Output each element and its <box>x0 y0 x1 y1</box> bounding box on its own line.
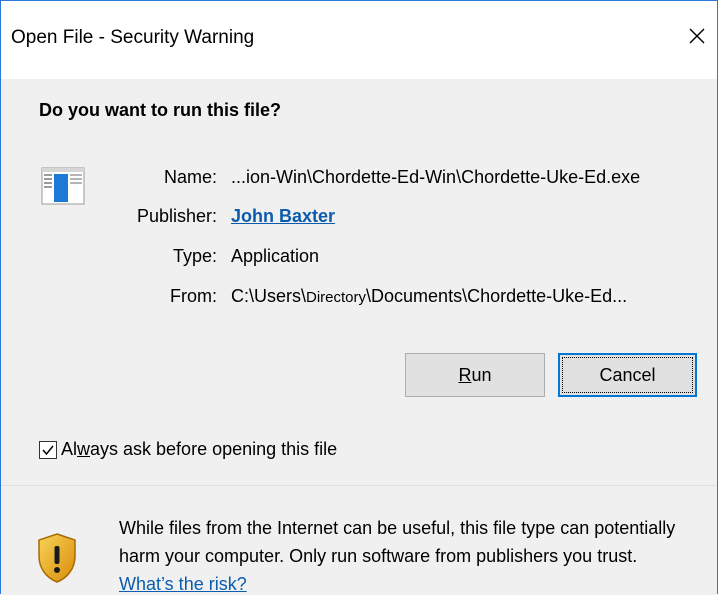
warning-section: While files from the Internet can be use… <box>1 486 717 595</box>
cancel-button[interactable]: Cancel <box>558 353 697 397</box>
always-ask-option[interactable]: Always ask before opening this file <box>39 439 337 460</box>
close-button[interactable] <box>677 11 717 61</box>
warning-message: While files from the Internet can be use… <box>119 514 689 598</box>
from-label: From: <box>170 286 217 306</box>
from-suffix: \Documents\Chordette-Uke-Ed... <box>366 286 628 306</box>
security-warning-dialog: Open File - Security Warning Do you want… <box>0 0 718 595</box>
cancel-focus-rect: Cancel <box>562 357 693 393</box>
always-ask-accel: w <box>77 439 91 459</box>
warning-text: While files from the Internet can be use… <box>119 518 676 566</box>
window-title: Open File - Security Warning <box>11 27 255 48</box>
cancel-label: Cancel <box>599 364 656 385</box>
publisher-row: Publisher: John Baxter <box>1 206 718 230</box>
publisher-label: Publisher: <box>136 206 217 226</box>
run-button[interactable]: Run <box>405 353 545 397</box>
whats-the-risk-link[interactable]: What’s the risk? <box>119 574 247 594</box>
name-value: ...ion-Win\Chordette-Ed-Win\Chordette-Uk… <box>231 167 641 187</box>
close-icon <box>689 28 705 44</box>
from-row: From: C:\Users\Directory\Documents\Chord… <box>1 286 718 310</box>
always-ask-label: Always ask before opening this file <box>61 439 337 460</box>
type-row: Type: Application <box>1 246 718 270</box>
publisher-link[interactable]: John Baxter <box>231 206 335 227</box>
run-accel: R <box>458 364 472 385</box>
name-row: Name: ...ion-Win\Chordette-Ed-Win\Chorde… <box>1 167 718 191</box>
type-value: Application <box>231 246 320 266</box>
from-directory: Directory <box>306 289 367 306</box>
run-label-rest: un <box>471 364 492 385</box>
always-ask-text-pre: Al <box>61 439 78 459</box>
always-ask-checkbox[interactable] <box>39 440 57 459</box>
run-question-heading: Do you want to run this file? <box>39 100 281 120</box>
checkmark-icon <box>42 445 54 455</box>
from-value: C:\Users\Directory\Documents\Chordette-U… <box>231 286 627 307</box>
title-bar[interactable]: Open File - Security Warning <box>1 1 717 79</box>
always-ask-text-post: ays ask before opening this file <box>90 439 338 459</box>
type-label: Type: <box>172 246 217 266</box>
from-prefix: C:\Users\ <box>231 286 307 306</box>
warning-shield-icon <box>38 533 76 583</box>
name-label: Name: <box>163 167 217 187</box>
